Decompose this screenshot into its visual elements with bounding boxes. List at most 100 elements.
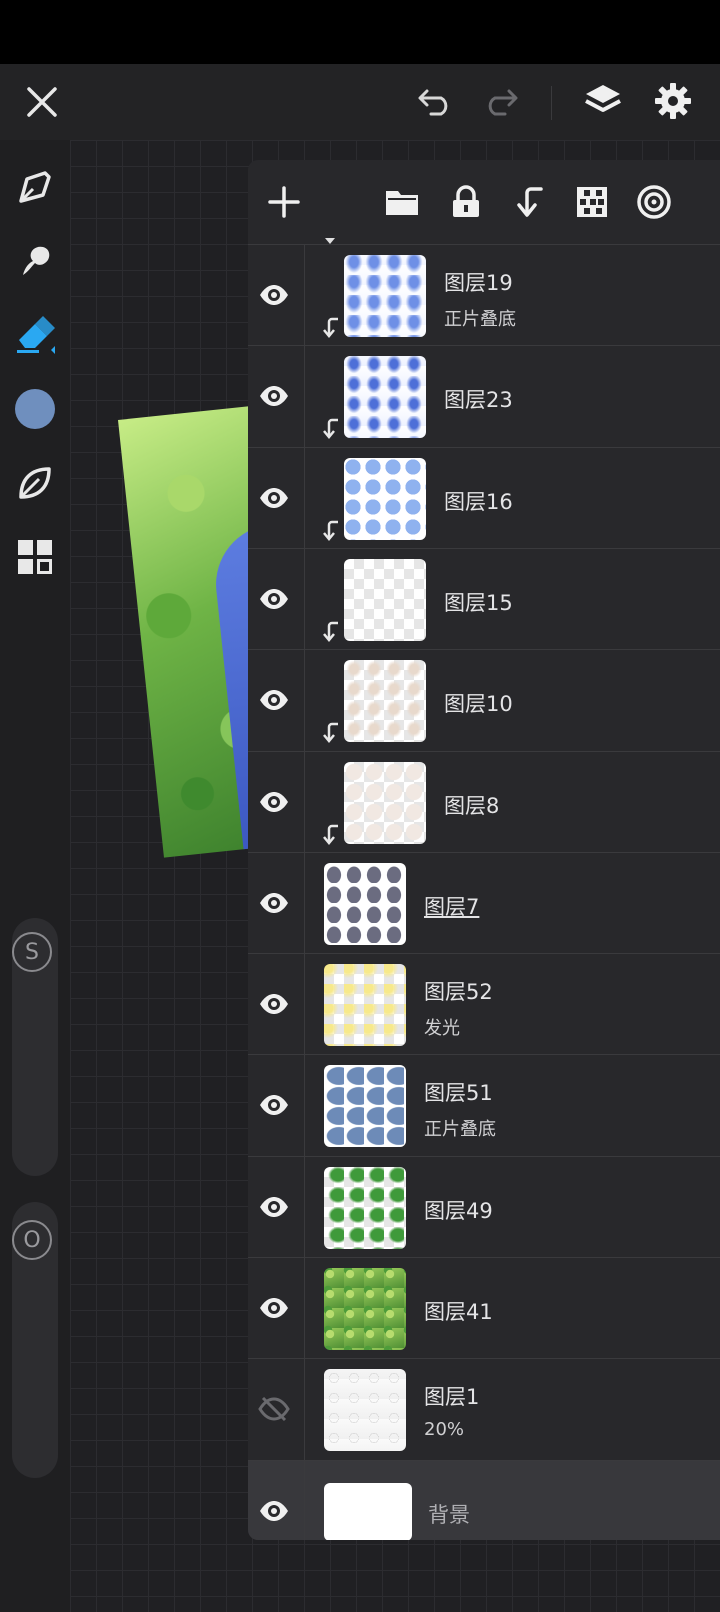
- visibility-column: [248, 245, 305, 346]
- layer-mode: 20%: [424, 1419, 465, 1441]
- clipping-arrow-icon: [322, 418, 340, 440]
- layer-mode: 发光: [424, 1018, 460, 1040]
- layer-row[interactable]: 图层52 发光: [248, 953, 720, 1056]
- eye-icon[interactable]: [258, 887, 290, 919]
- layer-thumbnail[interactable]: [324, 1482, 412, 1540]
- layer-thumbnail[interactable]: [344, 761, 426, 844]
- visibility-column: [248, 852, 305, 954]
- layer-thumbnail[interactable]: [324, 862, 406, 945]
- layer-name: 图层23: [444, 388, 513, 413]
- eraser-icon[interactable]: [10, 310, 60, 360]
- visibility-column: [248, 1460, 305, 1540]
- layer-name: 图层49: [424, 1198, 493, 1223]
- layer-name: 图层52: [424, 980, 493, 1005]
- divider: [551, 86, 552, 120]
- visibility-column: [248, 954, 305, 1056]
- layer-name: 图层19: [444, 271, 513, 295]
- layer-row[interactable]: 图层23: [248, 345, 720, 448]
- undo-icon[interactable]: [412, 78, 460, 126]
- clipping-arrow-icon: [322, 621, 340, 643]
- layer-thumbnail[interactable]: [344, 660, 426, 743]
- clipping-arrow-icon: [322, 520, 340, 542]
- layers-icon[interactable]: [578, 76, 628, 126]
- layer-mode: 正片叠底: [424, 1119, 496, 1141]
- clipping-arrow-icon: [322, 317, 340, 339]
- eye-icon[interactable]: [258, 988, 290, 1020]
- checker-icon[interactable]: [568, 178, 616, 226]
- eye-icon[interactable]: [258, 279, 290, 311]
- layer-row[interactable]: 图层15: [248, 547, 720, 650]
- lock-icon[interactable]: [442, 178, 490, 226]
- eye-icon[interactable]: [258, 1292, 290, 1324]
- eye-icon[interactable]: [258, 786, 290, 818]
- visibility-column: [248, 1055, 305, 1157]
- folder-icon[interactable]: [378, 178, 426, 226]
- layer-row[interactable]: 背景: [248, 1459, 720, 1540]
- layer-name: 图层8: [444, 793, 500, 818]
- redo-icon[interactable]: [476, 78, 524, 126]
- add-icon[interactable]: [260, 178, 308, 226]
- layer-row[interactable]: 图层41: [248, 1257, 720, 1359]
- eye-off-icon[interactable]: [258, 1393, 290, 1425]
- layer-mode: 正片叠底: [444, 309, 516, 330]
- layer-row[interactable]: 图层1 20%: [248, 1358, 720, 1461]
- layer-name: 图层1: [424, 1385, 480, 1410]
- layer-name: 图层15: [444, 590, 513, 615]
- eye-icon[interactable]: [258, 1089, 290, 1121]
- left-toolbar: S O: [0, 140, 70, 1612]
- visibility-column: [248, 650, 305, 752]
- layer-name: 图层51: [424, 1081, 493, 1106]
- layer-thumbnail[interactable]: [344, 457, 426, 540]
- layer-row[interactable]: 图层51 正片叠底: [248, 1054, 720, 1157]
- visibility-column: [248, 346, 305, 448]
- target-icon[interactable]: [630, 178, 678, 226]
- eye-icon[interactable]: [258, 1495, 290, 1527]
- color-swatch[interactable]: [10, 384, 60, 434]
- layer-row[interactable]: 图层19 正片叠底: [248, 244, 720, 346]
- eye-icon[interactable]: [258, 1191, 290, 1223]
- layer-name: 图层16: [444, 489, 513, 514]
- gear-icon[interactable]: [648, 76, 698, 126]
- brush-size-knob[interactable]: S: [12, 932, 52, 972]
- close-icon[interactable]: [18, 78, 66, 126]
- layer-name: 图层10: [444, 692, 513, 717]
- layers-panel: 图层19 正片叠底 图层23 图层16 图层15 图层10 图层8 图层7 图层52 发光 图层51…: [248, 160, 720, 1540]
- layer-thumbnail[interactable]: [324, 1268, 406, 1350]
- layer-row[interactable]: 图层8: [248, 750, 720, 853]
- layer-name: 图层7: [424, 894, 480, 919]
- status-bar: [0, 0, 720, 64]
- grid-icon[interactable]: [10, 532, 60, 582]
- visibility-column: [248, 1258, 305, 1359]
- leaf-icon[interactable]: [10, 458, 60, 508]
- visibility-column: [248, 1156, 305, 1258]
- visibility-column: [248, 447, 305, 549]
- layer-row[interactable]: 图层16: [248, 446, 720, 549]
- layer-thumbnail[interactable]: [344, 558, 426, 641]
- smudge-icon[interactable]: [10, 236, 60, 286]
- clipping-arrow-icon: [322, 722, 340, 744]
- pen-icon[interactable]: [10, 162, 60, 212]
- layer-thumbnail[interactable]: [324, 964, 406, 1047]
- layer-thumbnail[interactable]: [344, 255, 426, 337]
- eye-icon[interactable]: [258, 482, 290, 514]
- top-bar: [0, 64, 720, 140]
- opacity-knob[interactable]: O: [12, 1220, 52, 1260]
- layers-toolbar: [248, 160, 720, 244]
- eye-icon[interactable]: [258, 380, 290, 412]
- visibility-column: [248, 548, 305, 650]
- eye-icon[interactable]: [258, 684, 290, 716]
- layer-name: 背景: [428, 1502, 470, 1527]
- layer-thumbnail[interactable]: [324, 1166, 406, 1249]
- layer-row[interactable]: 图层7: [248, 851, 720, 954]
- visibility-column: [248, 1359, 305, 1461]
- layer-thumbnail[interactable]: [344, 356, 426, 439]
- layer-thumbnail[interactable]: [324, 1065, 406, 1148]
- visibility-column: [248, 751, 305, 853]
- clip-icon[interactable]: [506, 178, 554, 226]
- clipping-arrow-icon: [322, 824, 340, 846]
- layer-thumbnail[interactable]: [324, 1369, 406, 1452]
- layer-row[interactable]: 图层49: [248, 1155, 720, 1258]
- layer-row[interactable]: 图层10: [248, 649, 720, 752]
- eye-icon[interactable]: [258, 583, 290, 615]
- layer-name: 图层41: [424, 1300, 493, 1324]
